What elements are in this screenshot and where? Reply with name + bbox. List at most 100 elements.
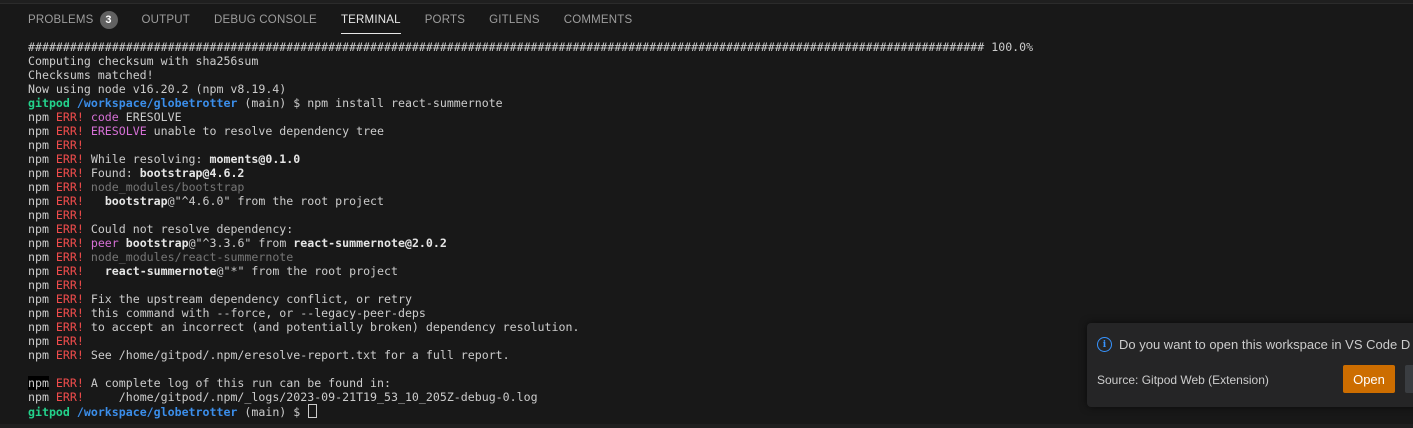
notification-source: Source: Gitpod Web (Extension) <box>1097 373 1269 387</box>
terminal-text: node_modules/bootstrap <box>90 180 245 194</box>
terminal-text: npm <box>28 236 49 250</box>
terminal-text: npm <box>28 348 49 362</box>
terminal-line: npm ERR! ERESOLVE unable to resolve depe… <box>28 124 1413 138</box>
terminal-text: to accept an incorrect (and potentially … <box>83 320 580 334</box>
terminal-text: /home/gitpod/.npm/_logs/2023-09-21T19_53… <box>83 390 538 404</box>
terminal-text: npm <box>28 208 49 222</box>
terminal-text: npm <box>28 264 49 278</box>
secondary-button[interactable] <box>1405 365 1413 393</box>
terminal-text: npm <box>28 334 49 348</box>
terminal-line: npm ERR! this command with --force, or -… <box>28 306 1413 320</box>
terminal-text: bootstrap <box>104 194 168 208</box>
terminal-line: npm ERR! <box>28 208 1413 222</box>
info-icon: i <box>1097 337 1112 352</box>
terminal-text: ERR! <box>48 138 84 152</box>
terminal-line: npm ERR! peer bootstrap@"^3.3.6" from re… <box>28 236 1413 250</box>
notification-message: Do you want to open this workspace in VS… <box>1119 337 1411 352</box>
tab-gitlens[interactable]: GITLENS <box>489 4 540 36</box>
terminal-text: Found: <box>83 166 140 180</box>
terminal-text: /workspace/globetrotter <box>76 96 238 110</box>
terminal-text: ERR! <box>48 152 84 166</box>
terminal-line: npm ERR! Could not resolve dependency: <box>28 222 1413 236</box>
tab-label: COMMENTS <box>563 14 633 26</box>
terminal-text: See /home/gitpod/.npm/eresolve-report.tx… <box>83 348 510 362</box>
terminal-text: ERR! <box>48 264 84 278</box>
terminal-line: npm ERR! react-summernote@"*" from the r… <box>28 264 1413 278</box>
tab-label: DEBUG CONSOLE <box>214 14 317 26</box>
terminal-text: npm <box>28 390 49 404</box>
terminal-text: ERESOLVE <box>118 110 182 124</box>
terminal-text: ERR! <box>48 166 84 180</box>
terminal-line: npm ERR! <box>28 278 1413 292</box>
terminal-cursor <box>308 404 318 418</box>
terminal-text: ERR! <box>48 292 84 306</box>
terminal-text: ERR! <box>48 250 84 264</box>
terminal-text: code <box>90 110 119 124</box>
tab-terminal[interactable]: TERMINAL <box>340 4 401 36</box>
terminal-text: npm <box>28 320 49 334</box>
terminal-text: @"^4.6.0" from the root project <box>167 194 385 208</box>
notification-toast: i Do you want to open this workspace in … <box>1087 323 1413 407</box>
terminal-text: ERR! <box>48 124 84 138</box>
terminal-text: bootstrap <box>125 236 189 250</box>
terminal-text: ERR! <box>48 180 84 194</box>
terminal-text: npm <box>28 292 49 306</box>
terminal-text: npm <box>28 110 49 124</box>
terminal-line: npm ERR! Fix the upstream dependency con… <box>28 292 1413 306</box>
terminal-text: ERR! <box>48 222 84 236</box>
problems-count-badge: 3 <box>99 11 118 29</box>
terminal-text: ERESOLVE <box>90 124 147 138</box>
terminal-text: npm <box>28 222 49 236</box>
terminal-text: unable to resolve dependency tree <box>146 124 385 138</box>
terminal-text: npm <box>28 152 49 166</box>
terminal-text: peer <box>90 236 119 250</box>
terminal-text: Now using node v16.20.2 (npm v8.19.4) <box>28 82 287 96</box>
terminal-text: gitpod <box>28 405 70 419</box>
terminal-text: ERR! <box>48 278 84 292</box>
terminal-text: this command with --force, or --legacy-p… <box>83 306 426 320</box>
terminal-text: gitpod <box>28 96 70 110</box>
terminal-line: npm ERR! <box>28 138 1413 152</box>
tab-problems[interactable]: PROBLEMS 3 <box>28 4 118 36</box>
tab-label: PORTS <box>424 14 466 26</box>
terminal-text: npm <box>28 166 49 180</box>
open-button[interactable]: Open <box>1343 365 1395 393</box>
terminal-line: Checksums matched! <box>28 68 1413 82</box>
terminal-text: ERR! <box>48 306 84 320</box>
terminal-text: npm <box>28 138 49 152</box>
terminal-text: npm <box>28 376 49 390</box>
terminal-text: Could not resolve dependency: <box>83 222 294 236</box>
terminal-text: npm <box>28 180 49 194</box>
terminal-text: @"*" from the root project <box>216 264 398 278</box>
terminal-text: Checksums matched! <box>28 68 154 82</box>
terminal-text: npm <box>28 306 49 320</box>
terminal-line: Computing checksum with sha256sum <box>28 54 1413 68</box>
tab-label: PROBLEMS <box>28 14 94 26</box>
terminal-text: ERR! <box>48 110 84 124</box>
terminal-line: npm ERR! bootstrap@"^4.6.0" from the roo… <box>28 194 1413 208</box>
terminal-text: (main) $ <box>237 405 308 419</box>
terminal-text: moments@0.1.0 <box>209 152 301 166</box>
tab-debug-console[interactable]: DEBUG CONSOLE <box>214 4 317 36</box>
terminal-text: npm <box>28 250 49 264</box>
tab-ports[interactable]: PORTS <box>425 4 465 36</box>
terminal-text: ########################################… <box>28 40 1034 54</box>
terminal-text: Fix the upstream dependency conflict, or… <box>83 292 412 306</box>
terminal-text: react-summernote@2.0.2 <box>293 236 447 250</box>
notification-message-row: i Do you want to open this workspace in … <box>1097 337 1410 352</box>
terminal-line: npm ERR! Found: bootstrap@4.6.2 <box>28 166 1413 180</box>
terminal-text: ERR! <box>48 334 84 348</box>
tab-comments[interactable]: COMMENTS <box>564 4 633 36</box>
tab-output[interactable]: OUTPUT <box>142 4 190 36</box>
terminal-text: ERR! <box>48 320 84 334</box>
terminal-text: ERR! <box>48 390 84 404</box>
